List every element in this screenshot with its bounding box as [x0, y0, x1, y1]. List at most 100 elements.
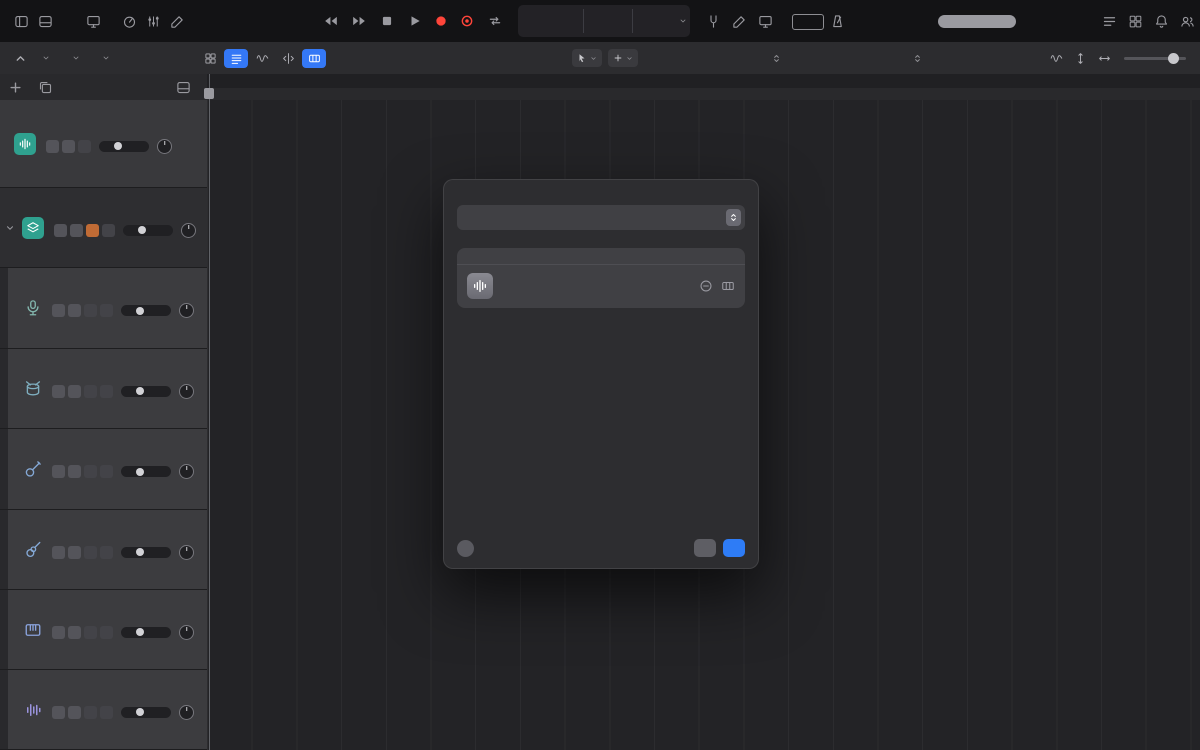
library-toggle-icon[interactable] [10, 10, 32, 32]
preset-stepper-icon[interactable] [726, 209, 741, 226]
cycle-button[interactable] [484, 10, 506, 32]
volume-slider[interactable] [121, 305, 171, 316]
add-track-icon[interactable] [4, 76, 26, 98]
volume-slider-thumb[interactable] [136, 306, 144, 315]
track-m-button[interactable] [54, 223, 67, 237]
command-click-tool-menu[interactable] [608, 49, 638, 67]
pointer-tool-menu[interactable] [572, 49, 602, 67]
list-editors-icon[interactable] [1098, 10, 1120, 32]
track-s-button[interactable] [68, 384, 81, 398]
preset-popup[interactable] [457, 205, 745, 230]
lcd-display[interactable] [518, 5, 690, 37]
volume-slider[interactable] [121, 466, 171, 477]
dial-icon[interactable] [118, 10, 140, 32]
disclosure-chevron-icon[interactable] [5, 223, 15, 233]
waveform-zoom-icon[interactable] [1046, 49, 1066, 68]
browser-icon[interactable] [1124, 10, 1146, 32]
track-header-drums[interactable] [0, 349, 207, 429]
count-in-badge[interactable] [792, 14, 824, 30]
track-s-button[interactable] [68, 545, 81, 559]
monitor-small-icon[interactable] [754, 10, 776, 32]
header-panel-icon[interactable] [172, 76, 194, 98]
track-header-original-audio[interactable] [0, 100, 207, 188]
volume-slider-thumb[interactable] [114, 142, 122, 150]
pan-knob[interactable] [179, 704, 194, 720]
pan-knob[interactable] [179, 383, 194, 399]
help-button[interactable] [457, 539, 474, 557]
drag-popup[interactable] [903, 54, 922, 63]
grid-view-icon[interactable] [198, 49, 222, 68]
zoom-slider[interactable] [1124, 52, 1186, 64]
pan-knob[interactable] [181, 222, 196, 238]
track-r-button[interactable] [84, 545, 97, 559]
track-m-button[interactable] [52, 545, 65, 559]
track-r-button[interactable] [84, 705, 97, 719]
track-s-button[interactable] [68, 625, 81, 639]
menu-view[interactable] [98, 54, 110, 62]
automation-view-icon[interactable] [250, 49, 274, 68]
record-button[interactable] [430, 10, 452, 32]
pan-knob[interactable] [179, 464, 194, 479]
track-i-button[interactable] [100, 545, 113, 559]
track-header-vocals[interactable] [0, 268, 207, 349]
volume-slider-thumb[interactable] [136, 387, 144, 395]
volume-slider-thumb[interactable] [136, 548, 144, 556]
collaboration-icon[interactable] [1176, 10, 1198, 32]
track-s-button[interactable] [70, 223, 83, 237]
notifications-bell-icon[interactable] [1150, 10, 1172, 32]
track-header-guitar[interactable] [0, 510, 207, 590]
track-i-button[interactable] [102, 223, 115, 237]
mixer-sliders-icon[interactable] [142, 10, 164, 32]
rewind-button[interactable] [320, 10, 342, 32]
volume-slider-thumb[interactable] [136, 467, 144, 476]
display-icon[interactable] [82, 10, 104, 32]
volume-slider-thumb[interactable] [136, 628, 144, 636]
pan-knob[interactable] [179, 544, 194, 560]
volume-slider[interactable] [121, 385, 171, 397]
volume-slider[interactable] [121, 546, 171, 558]
track-header-other[interactable] [0, 670, 207, 750]
track-r-button[interactable] [86, 223, 99, 237]
zoom-slider-thumb[interactable] [1168, 52, 1179, 64]
duplicate-track-icon[interactable] [34, 76, 56, 98]
track-r-button[interactable] [84, 625, 97, 639]
menu-edit[interactable] [38, 54, 50, 62]
master-volume-slider[interactable] [938, 15, 1016, 28]
snap-popup[interactable] [762, 54, 781, 63]
volume-slider[interactable] [121, 626, 171, 638]
track-s-button[interactable] [68, 465, 81, 478]
apply-button[interactable] [723, 539, 745, 557]
track-i-button[interactable] [100, 705, 113, 719]
editor-toggle-icon[interactable] [34, 10, 56, 32]
track-r-button[interactable] [78, 139, 91, 153]
forward-button[interactable] [348, 10, 370, 32]
pan-knob[interactable] [179, 624, 194, 640]
track-r-button[interactable] [84, 304, 97, 317]
tuner-icon[interactable] [702, 10, 724, 32]
volume-slider[interactable] [123, 224, 173, 236]
track-m-button[interactable] [52, 625, 65, 639]
playhead-handle[interactable] [204, 88, 214, 99]
track-i-button[interactable] [100, 465, 113, 478]
track-lanes-view-icon[interactable] [224, 48, 248, 68]
track-header-piano[interactable] [0, 590, 207, 670]
track-i-button[interactable] [100, 625, 113, 639]
remove-circle-icon[interactable] [699, 279, 713, 293]
pencil-icon[interactable] [166, 10, 188, 32]
lcd-chevron-icon[interactable] [676, 5, 690, 37]
track-m-button[interactable] [52, 705, 65, 719]
horizontal-zoom-icon[interactable] [1094, 49, 1114, 68]
track-m-button[interactable] [52, 304, 65, 317]
pencil-circle-icon[interactable] [728, 10, 750, 32]
track-s-button[interactable] [62, 139, 75, 153]
bar-ruler[interactable] [207, 74, 1200, 89]
track-i-button[interactable] [100, 384, 113, 398]
flex-view-icon[interactable] [276, 49, 300, 68]
track-s-button[interactable] [68, 304, 81, 317]
cancel-button[interactable] [694, 539, 716, 557]
track-m-button[interactable] [46, 139, 59, 153]
volume-slider-thumb[interactable] [136, 708, 144, 716]
keyboard-icon[interactable] [721, 279, 735, 293]
volume-slider[interactable] [121, 706, 171, 718]
capture-recording-button[interactable] [456, 10, 478, 32]
